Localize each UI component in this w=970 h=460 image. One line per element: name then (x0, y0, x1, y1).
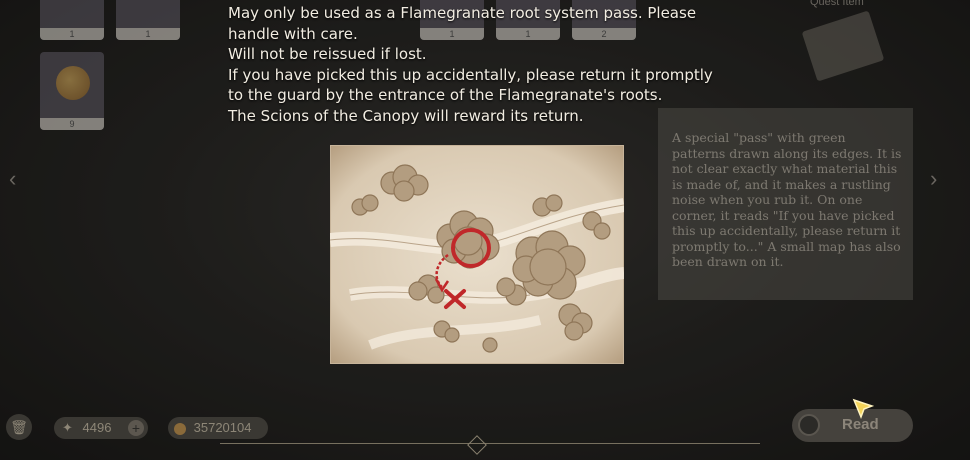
note-line: May only be used as a Flamegranate root … (228, 4, 697, 22)
add-primogem-icon[interactable]: + (128, 420, 144, 436)
mora-counter: 35720104 (168, 417, 268, 439)
item-count: 1 (40, 28, 104, 40)
item-count: 1 (116, 28, 180, 40)
mora-amount: 35720104 (193, 420, 252, 435)
primogem-icon: ✦ (62, 420, 73, 435)
note-line: If you have picked this up accidentally,… (228, 65, 713, 84)
primogem-counter: ✦ 4496 + (54, 417, 148, 439)
cursor-pointer-icon (852, 398, 874, 420)
prev-arrow-icon[interactable]: ‹ (9, 166, 16, 192)
mora-icon (174, 422, 186, 435)
item-count: 9 (40, 118, 104, 130)
coin-item-icon (56, 66, 90, 100)
bottom-divider (220, 443, 760, 444)
note-line: Will not be reissued if lost. (228, 45, 427, 63)
note-line: The Scions of the Canopy will reward its… (228, 106, 584, 125)
note-text: May only be used as a Flamegranate root … (228, 3, 748, 126)
read-button-icon (798, 414, 820, 436)
delete-icon[interactable]: 🗑 (6, 414, 32, 440)
item-category: Quest Item (810, 0, 864, 8)
parchment-map (330, 145, 624, 364)
note-line: handle with care. (228, 24, 358, 43)
inventory-slot[interactable]: 1 (40, 0, 104, 40)
primogem-amount: 4496 (82, 420, 112, 435)
note-line: to the guard by the entrance of the Flam… (228, 86, 663, 104)
inventory-slot[interactable]: 1 (116, 0, 180, 40)
item-description: A special "pass" with green patterns dra… (672, 130, 902, 269)
inventory-slot[interactable]: 9 (40, 52, 104, 130)
next-arrow-icon[interactable]: › (930, 166, 937, 192)
